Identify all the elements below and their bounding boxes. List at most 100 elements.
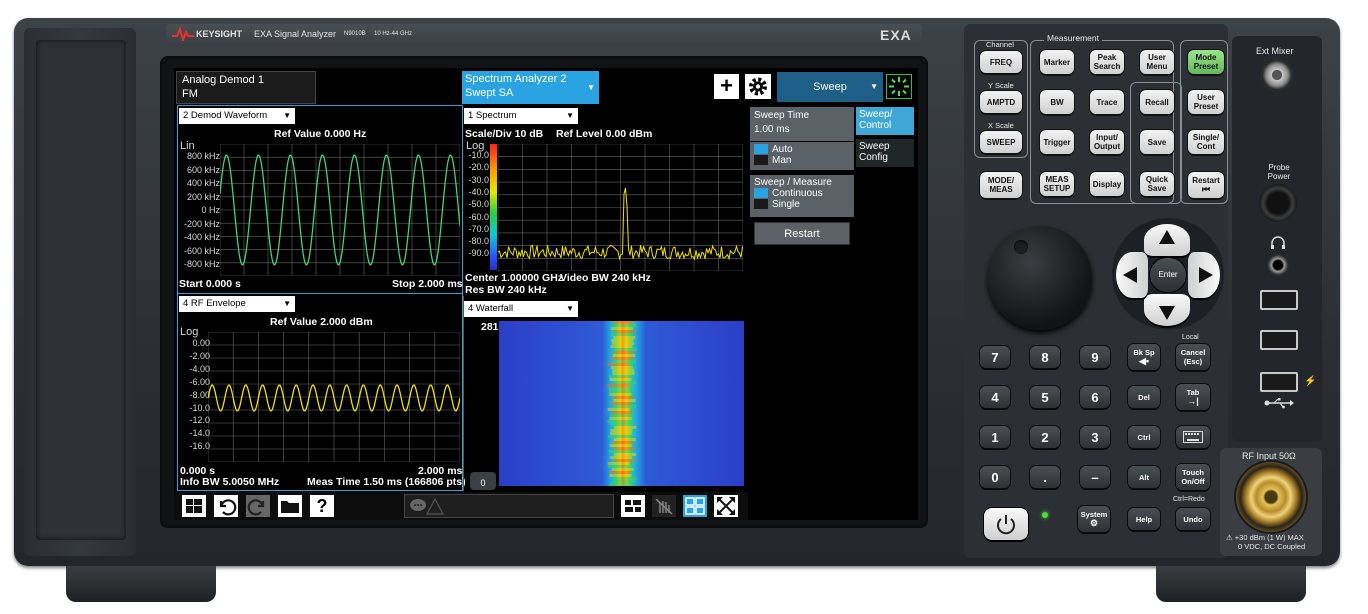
settings-button[interactable] bbox=[745, 74, 771, 99]
mode-preset-key[interactable]: Mode Preset bbox=[1188, 50, 1224, 74]
continuous-checkbox bbox=[754, 188, 768, 199]
numpad-3[interactable]: 3 bbox=[1080, 426, 1110, 448]
mode-meas-key[interactable]: MODE/ MEAS bbox=[980, 172, 1022, 198]
touch-lock-button[interactable] bbox=[652, 495, 676, 517]
trace-key[interactable]: Trace bbox=[1090, 90, 1124, 114]
man-option[interactable]: Man bbox=[754, 155, 850, 166]
add-screen-button[interactable]: + bbox=[714, 74, 739, 99]
sweep-menu-button[interactable]: Sweep ▼ bbox=[777, 72, 883, 102]
demod-waveform-selector[interactable]: 2 Demod Waveform ▼ bbox=[179, 108, 295, 124]
help-button[interactable]: ? bbox=[310, 495, 334, 517]
usb-port-2[interactable] bbox=[1260, 330, 1298, 350]
waterfall-selector[interactable]: 4 Waterfall ▼ bbox=[464, 301, 578, 317]
skip-back-icon: ⏮ bbox=[1201, 184, 1211, 194]
keyboard-key[interactable] bbox=[1176, 426, 1210, 448]
quick-save-key[interactable]: Quick Save bbox=[1140, 172, 1174, 196]
spectrum-video-bw: Video BW 240 kHz bbox=[560, 272, 651, 284]
waterfall-zero-handle[interactable]: 0 bbox=[470, 472, 496, 490]
numpad-minus[interactable]: – bbox=[1080, 466, 1110, 488]
maximize-button[interactable] bbox=[714, 495, 738, 517]
message-bar[interactable] bbox=[404, 494, 614, 518]
ext-mixer-port[interactable] bbox=[1260, 58, 1294, 92]
rf-input-connector[interactable] bbox=[1236, 462, 1306, 532]
numpad-decimal[interactable]: . bbox=[1030, 466, 1060, 488]
arrow-right-icon bbox=[1199, 267, 1213, 283]
numpad-0[interactable]: 0 bbox=[980, 466, 1010, 488]
left-arrow-key[interactable] bbox=[1116, 252, 1148, 298]
delete-key[interactable]: Del bbox=[1128, 386, 1160, 408]
down-arrow-key[interactable] bbox=[1144, 294, 1190, 326]
tab-sweep-control[interactable]: Sweep/ Control bbox=[856, 107, 914, 135]
up-arrow-key[interactable] bbox=[1144, 224, 1190, 256]
system-key[interactable]: System ⚙ bbox=[1078, 506, 1110, 532]
sweep-key[interactable]: SWEEP bbox=[980, 131, 1022, 153]
continuous-option[interactable]: Continuous bbox=[754, 188, 850, 199]
help-key[interactable]: Help bbox=[1128, 508, 1160, 530]
headphone-jack[interactable] bbox=[1267, 254, 1289, 276]
spectrum-selector[interactable]: 1 Spectrum ▼ bbox=[464, 108, 578, 124]
display-key[interactable]: Display bbox=[1090, 172, 1124, 196]
undo-button[interactable] bbox=[214, 495, 238, 517]
user-preset-key[interactable]: User Preset bbox=[1188, 90, 1224, 114]
tab-spectrum-analyzer[interactable]: Spectrum Analyzer 2 Swept SA ▼ bbox=[462, 71, 599, 104]
numpad-4[interactable]: 4 bbox=[980, 386, 1010, 408]
spectrum-center: Center 1.00000 GHz bbox=[465, 272, 564, 284]
tab-sweep-config[interactable]: Sweep Config bbox=[856, 139, 914, 167]
rotary-knob[interactable] bbox=[988, 226, 1092, 330]
freq-key[interactable]: FREQ bbox=[980, 51, 1022, 73]
save-key[interactable]: Save bbox=[1140, 130, 1174, 154]
amptd-key[interactable]: AMPTD bbox=[980, 91, 1022, 113]
meas-setup-key[interactable]: MEAS SETUP bbox=[1040, 172, 1074, 196]
usb-port-1[interactable] bbox=[1260, 290, 1298, 310]
numpad-5[interactable]: 5 bbox=[1030, 386, 1060, 408]
auto-option[interactable]: Auto bbox=[754, 144, 850, 155]
touch-on-off-key[interactable]: Touch On/Off bbox=[1176, 464, 1210, 490]
file-button[interactable] bbox=[278, 495, 302, 517]
numpad-9[interactable]: 9 bbox=[1080, 346, 1110, 368]
demod-start: Start 0.000 s bbox=[179, 278, 241, 290]
restart-softkey[interactable]: Restart bbox=[754, 222, 850, 245]
spectrum-y-tick: -40.0 bbox=[468, 186, 489, 197]
marker-key[interactable]: Marker bbox=[1040, 50, 1074, 74]
undo-key[interactable]: Undo bbox=[1176, 508, 1210, 530]
peak-search-key[interactable]: Peak Search bbox=[1090, 50, 1124, 74]
numpad-8[interactable]: 8 bbox=[1030, 346, 1060, 368]
recall-key[interactable]: Recall bbox=[1140, 90, 1174, 114]
user-menu-key[interactable]: User Menu bbox=[1140, 50, 1174, 74]
backspace-key[interactable]: Bk Sp ◀▪ bbox=[1128, 344, 1160, 370]
local-label: Local bbox=[1182, 334, 1199, 341]
rf-envelope-selector[interactable]: 4 RF Envelope ▼ bbox=[179, 296, 295, 312]
probe-power-port[interactable] bbox=[1259, 184, 1297, 222]
numpad-2[interactable]: 2 bbox=[1030, 426, 1060, 448]
sweep-status-button[interactable] bbox=[886, 74, 912, 99]
sweep-measure-key[interactable]: Sweep / Measure Continuous Single bbox=[750, 175, 854, 217]
bw-key[interactable]: BW bbox=[1040, 90, 1074, 114]
tab-key[interactable]: Tab →| bbox=[1176, 384, 1210, 410]
single-cont-key[interactable]: Single/ Cont bbox=[1188, 130, 1224, 154]
windows-button[interactable] bbox=[182, 495, 206, 517]
sweep-time-auto-man[interactable]: Auto Man bbox=[750, 142, 854, 170]
enter-key[interactable]: Enter bbox=[1150, 258, 1186, 292]
auto-checkbox bbox=[754, 144, 768, 155]
alt-key[interactable]: Alt bbox=[1128, 466, 1160, 488]
power-icon bbox=[997, 515, 1015, 535]
right-arrow-key[interactable] bbox=[1188, 252, 1220, 298]
power-button[interactable] bbox=[984, 508, 1028, 540]
redo-button[interactable] bbox=[246, 495, 270, 517]
layout-button[interactable] bbox=[621, 495, 645, 517]
restart-key[interactable]: Restart ⏮ bbox=[1188, 172, 1224, 198]
numpad-7[interactable]: 7 bbox=[980, 346, 1010, 368]
knob-dimple bbox=[1014, 240, 1028, 254]
tab-analog-demod[interactable]: Analog Demod 1 FM bbox=[176, 71, 316, 104]
ctrl-key[interactable]: Ctrl bbox=[1128, 426, 1160, 448]
tab-sweep-config-line1: Sweep bbox=[859, 141, 890, 152]
numpad-1[interactable]: 1 bbox=[980, 426, 1010, 448]
usb-port-3[interactable] bbox=[1260, 372, 1298, 392]
trigger-key[interactable]: Trigger bbox=[1040, 130, 1074, 154]
numpad-6[interactable]: 6 bbox=[1080, 386, 1110, 408]
input-output-key[interactable]: Input/ Output bbox=[1090, 130, 1124, 154]
single-option[interactable]: Single bbox=[754, 199, 850, 210]
multi-window-button[interactable] bbox=[683, 495, 707, 517]
cancel-esc-key[interactable]: Cancel (Esc) bbox=[1176, 344, 1210, 370]
sweep-time-key[interactable]: Sweep Time 1.00 ms bbox=[750, 107, 854, 141]
